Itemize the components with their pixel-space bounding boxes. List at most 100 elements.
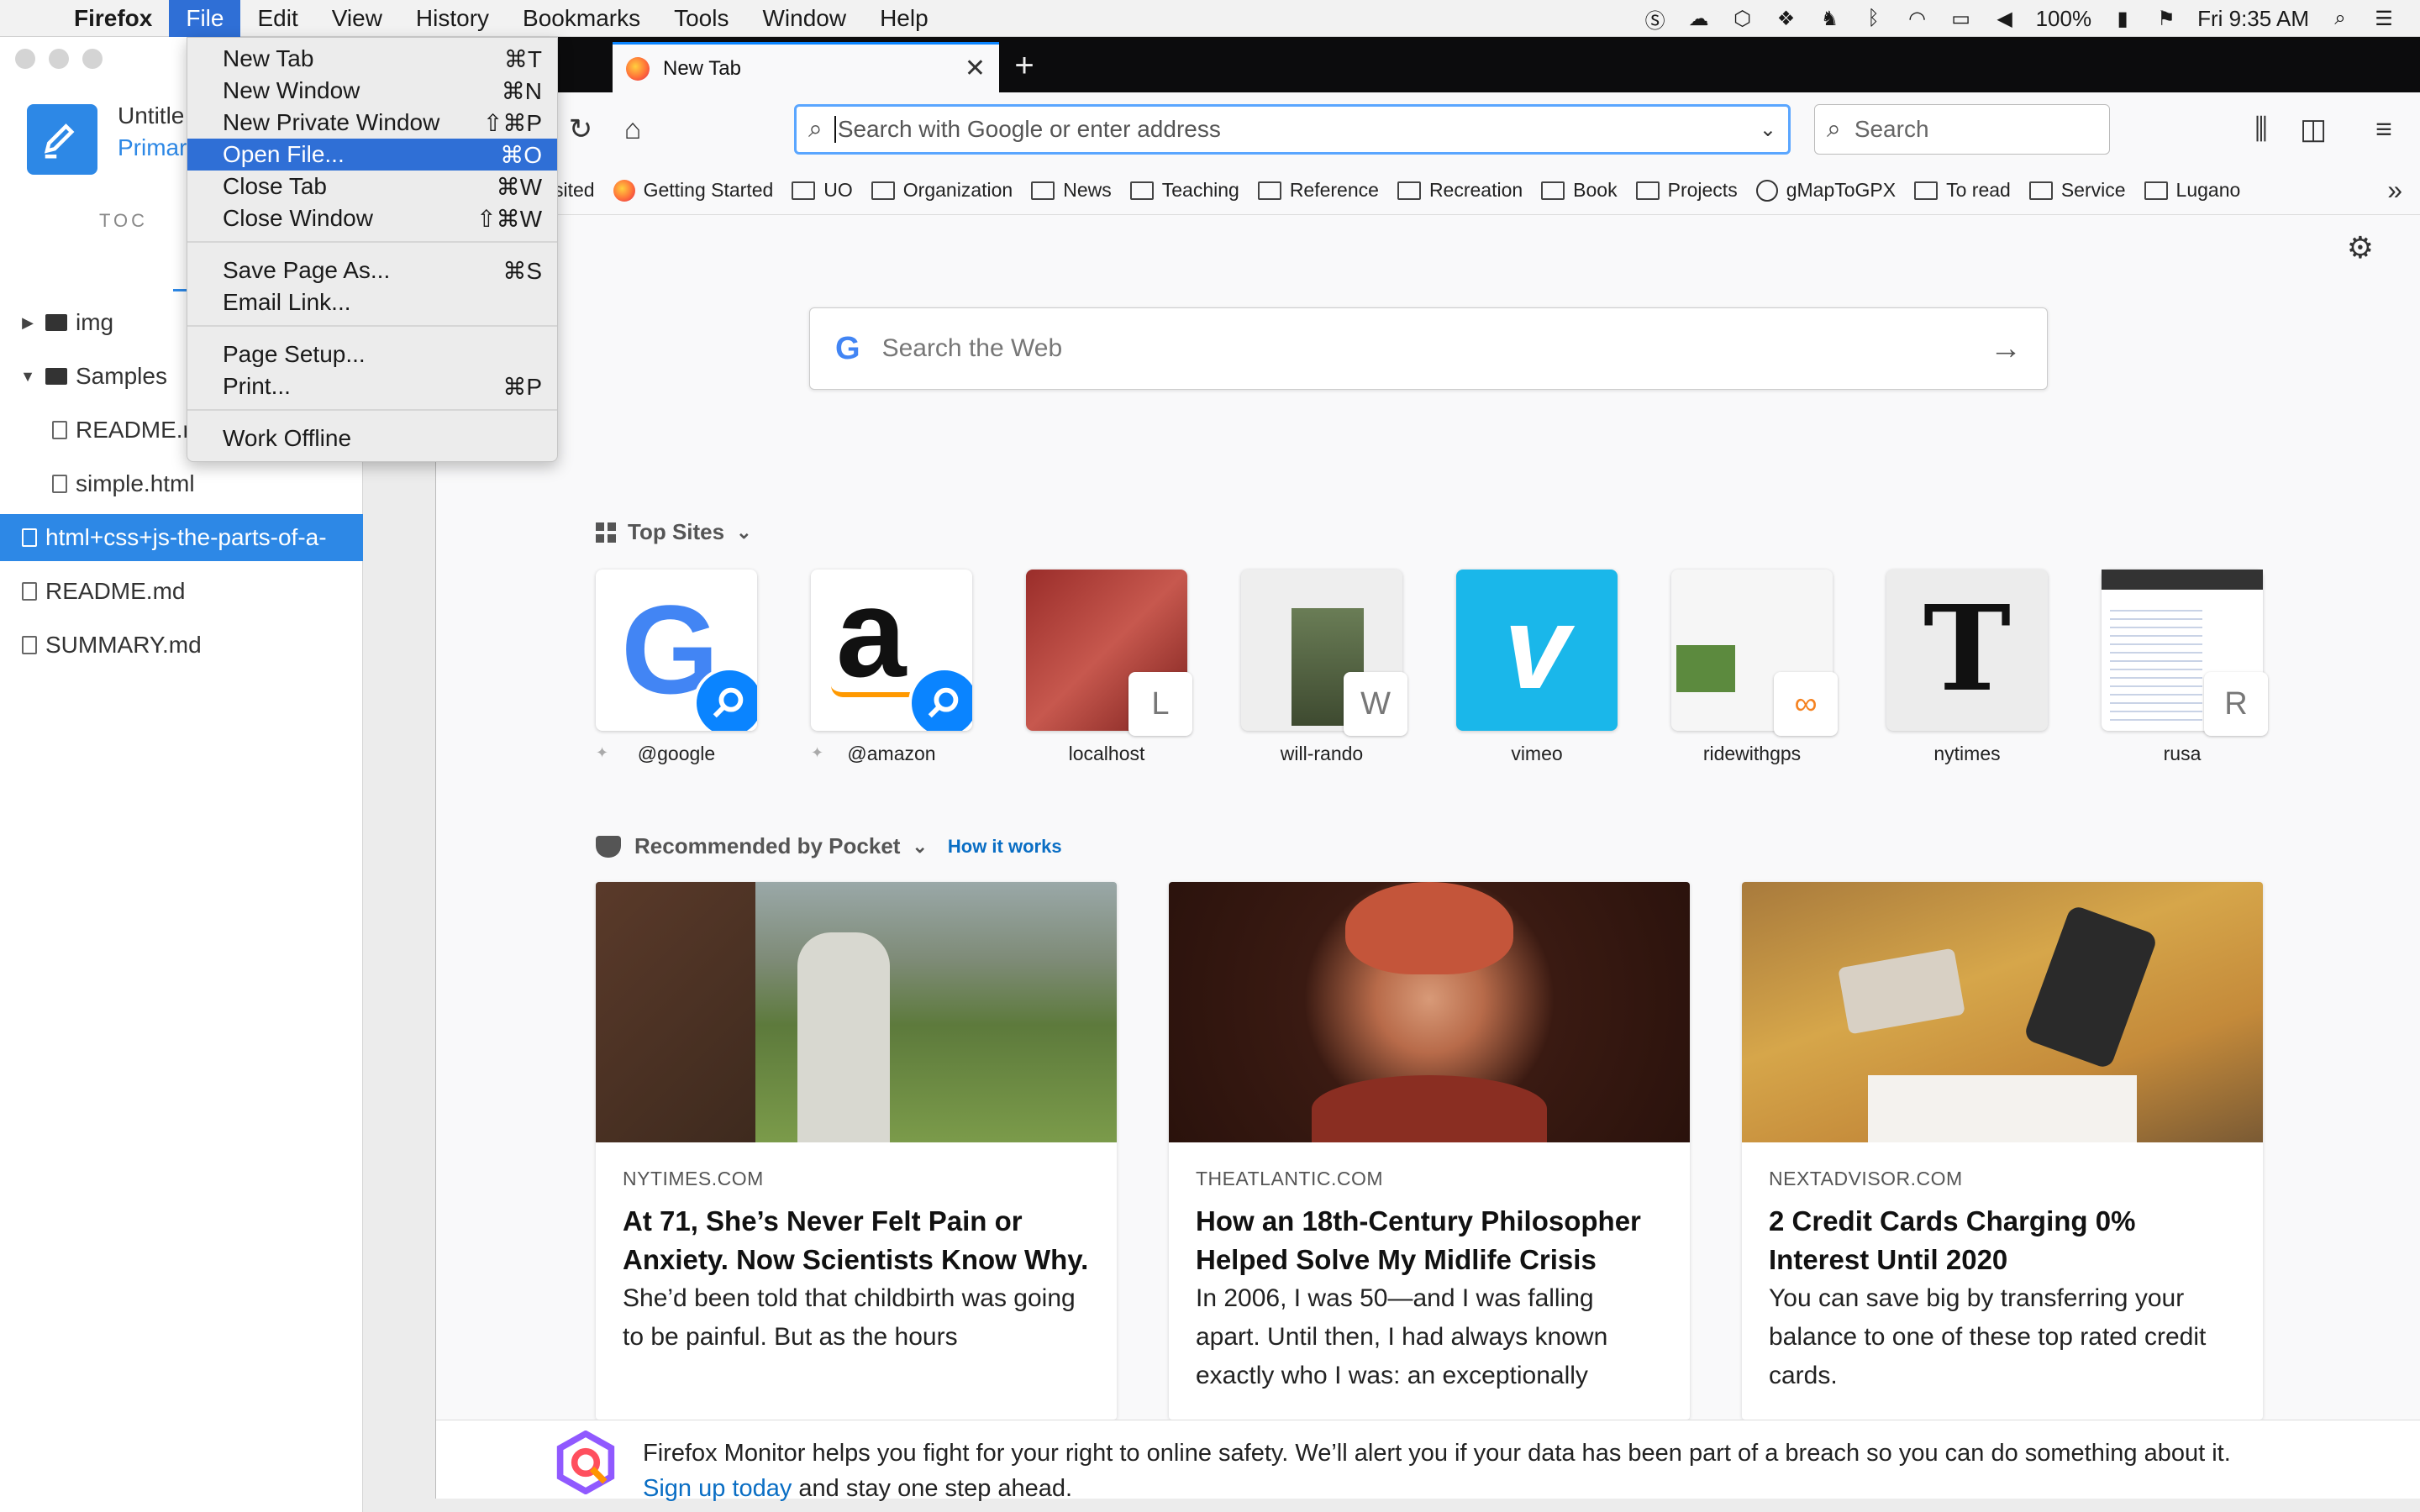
top-site-localhost[interactable]: L bbox=[1026, 570, 1192, 736]
wifi-icon[interactable]: ◠ bbox=[1905, 6, 1930, 31]
gear-icon[interactable]: ⚙ bbox=[2347, 230, 2374, 265]
bookmark-gmaptogpx[interactable]: gMapToGPX bbox=[1755, 179, 1896, 202]
home-icon[interactable]: ⌂ bbox=[614, 111, 651, 148]
top-site-amazon[interactable]: a bbox=[811, 570, 972, 731]
menu-history[interactable]: History bbox=[399, 0, 506, 37]
tree-file-simple-html[interactable]: simple.html bbox=[0, 460, 363, 507]
pocket-card[interactable]: NEXTADVISOR.COM 2 Credit Cards Charging … bbox=[1742, 882, 2263, 1420]
chevron-double-right-icon[interactable]: » bbox=[2387, 175, 2402, 206]
menu-item-email-link[interactable]: Email Link... bbox=[187, 286, 557, 318]
sign-up-link[interactable]: Sign up today bbox=[643, 1475, 792, 1502]
bluetooth-icon[interactable]: ᛒ bbox=[1861, 6, 1886, 31]
hamburger-menu-icon[interactable]: ≡ bbox=[2365, 111, 2402, 148]
menu-item-save-page-as[interactable]: Save Page As... ⌘S bbox=[187, 255, 557, 286]
top-site-vimeo[interactable]: v bbox=[1456, 570, 1618, 731]
spotlight-search-icon[interactable]: ⌕ bbox=[2328, 6, 2353, 31]
menu-file[interactable]: File bbox=[169, 0, 241, 37]
url-bar[interactable]: ⌕ Search with Google or enter address ⌄ bbox=[794, 104, 1791, 155]
elephant-icon[interactable]: ♞ bbox=[1818, 6, 1843, 31]
close-icon[interactable]: ✕ bbox=[965, 54, 986, 83]
top-sites-header[interactable]: Top Sites ⌄ bbox=[596, 519, 752, 545]
pocket-header[interactable]: Recommended by Pocket ⌄ How it works bbox=[596, 833, 1062, 859]
arrow-right-icon[interactable]: → bbox=[1990, 331, 2022, 367]
menu-app-name[interactable]: Firefox bbox=[57, 0, 169, 37]
chevron-right-icon[interactable]: ▶ bbox=[18, 314, 37, 332]
bookmark-projects[interactable]: Projects bbox=[1635, 179, 1738, 202]
top-site-label[interactable]: rusa bbox=[2075, 743, 2290, 765]
tab-new-tab[interactable]: New Tab ✕ bbox=[613, 42, 999, 92]
top-site-label[interactable]: localhost bbox=[999, 743, 1214, 765]
menu-bookmarks[interactable]: Bookmarks bbox=[506, 0, 657, 37]
clock[interactable]: Fri 9:35 AM bbox=[2197, 6, 2309, 32]
skype-icon[interactable]: Ⓢ bbox=[1643, 6, 1668, 33]
web-search-box[interactable]: G Search the Web → bbox=[809, 307, 2048, 390]
bookmark-recreation[interactable]: Recreation bbox=[1397, 179, 1523, 202]
bookmark-teaching[interactable]: Teaching bbox=[1129, 179, 1239, 202]
top-site-label[interactable]: @amazon bbox=[784, 743, 999, 765]
search-bar[interactable]: ⌕ Search bbox=[1814, 104, 2110, 155]
bookmark-lugano[interactable]: Lugano bbox=[2144, 179, 2240, 202]
sidebar-icon[interactable]: ◫ bbox=[2295, 111, 2332, 148]
top-site-label[interactable]: ridewithgps bbox=[1644, 743, 1860, 765]
menu-tools[interactable]: Tools bbox=[657, 0, 745, 37]
menu-item-new-window[interactable]: New Window ⌘N bbox=[187, 75, 557, 107]
bookmark-book[interactable]: Book bbox=[1541, 179, 1618, 202]
document-title[interactable]: Untitle bbox=[118, 102, 184, 129]
top-site-will-rando[interactable]: W bbox=[1241, 570, 1407, 736]
menu-item-open-file[interactable]: Open File... ⌘O bbox=[187, 139, 557, 171]
library-icon[interactable]: ⫼ bbox=[2243, 111, 2280, 148]
top-site-ridewithgps[interactable]: ∞ bbox=[1671, 570, 1838, 736]
reload-icon[interactable]: ↻ bbox=[562, 111, 599, 148]
menu-edit[interactable]: Edit bbox=[240, 0, 314, 37]
pencil-icon[interactable] bbox=[27, 104, 97, 175]
box-icon[interactable]: ⬡ bbox=[1730, 6, 1755, 31]
top-site-label[interactable]: vimeo bbox=[1429, 743, 1644, 765]
top-site-label[interactable]: will-rando bbox=[1214, 743, 1429, 765]
bookmark-reference[interactable]: Reference bbox=[1257, 179, 1379, 202]
bookmark-news[interactable]: News bbox=[1031, 179, 1112, 202]
dropbox-icon[interactable]: ❖ bbox=[1774, 6, 1799, 31]
top-site-rusa[interactable]: R bbox=[2102, 570, 2268, 736]
menu-item-new-tab[interactable]: New Tab ⌘T bbox=[187, 43, 557, 75]
menu-window[interactable]: Window bbox=[745, 0, 863, 37]
menu-item-close-tab[interactable]: Close Tab ⌘W bbox=[187, 171, 557, 202]
chevron-down-icon[interactable]: ⌄ bbox=[736, 522, 751, 543]
document-subtitle[interactable]: Primar bbox=[118, 134, 187, 161]
menu-item-page-setup[interactable]: Page Setup... bbox=[187, 339, 557, 370]
menu-item-close-window[interactable]: Close Window ⇧⌘W bbox=[187, 202, 557, 234]
close-window-button[interactable] bbox=[15, 49, 35, 69]
airplay-icon[interactable]: ▭ bbox=[1949, 6, 1974, 31]
pocket-card[interactable]: NYTIMES.COM At 71, She’s Never Felt Pain… bbox=[596, 882, 1117, 1420]
tree-file-readme[interactable]: README.md bbox=[0, 568, 363, 615]
minimize-window-button[interactable] bbox=[49, 49, 69, 69]
chevron-down-icon[interactable]: ⌄ bbox=[912, 836, 927, 858]
volume-icon[interactable]: ◀ bbox=[1992, 6, 2018, 31]
menu-item-work-offline[interactable]: Work Offline bbox=[187, 423, 557, 454]
chevron-down-icon[interactable]: ⌄ bbox=[1760, 118, 1776, 142]
top-site-google[interactable]: G bbox=[596, 570, 757, 731]
toc-tab[interactable]: TOC bbox=[99, 210, 148, 232]
menu-item-print[interactable]: Print... ⌘P bbox=[187, 370, 557, 402]
apple-menu-icon[interactable] bbox=[0, 0, 57, 37]
bookmark-uo[interactable]: UO bbox=[792, 179, 853, 202]
new-tab-button[interactable]: + bbox=[1004, 47, 1044, 87]
bookmark-service[interactable]: Service bbox=[2028, 179, 2126, 202]
notification-center-icon[interactable]: ☰ bbox=[2371, 6, 2396, 31]
bookmark-to-read[interactable]: To read bbox=[1914, 179, 2011, 202]
zoom-window-button[interactable] bbox=[82, 49, 103, 69]
chevron-down-icon[interactable]: ▼ bbox=[18, 368, 37, 386]
flag-icon[interactable]: ⚑ bbox=[2154, 6, 2179, 31]
top-site-label[interactable]: @google bbox=[569, 743, 784, 765]
tree-file-selected[interactable]: html+css+js-the-parts-of-a- bbox=[0, 514, 363, 561]
bookmark-getting-started[interactable]: Getting Started bbox=[613, 179, 773, 202]
battery-icon[interactable]: ▮ bbox=[2110, 6, 2135, 31]
tree-file-summary[interactable]: SUMMARY.md bbox=[0, 622, 363, 669]
top-site-nytimes[interactable]: T bbox=[1886, 570, 2048, 731]
menu-help[interactable]: Help bbox=[863, 0, 945, 37]
bookmark-organization[interactable]: Organization bbox=[871, 179, 1013, 202]
how-it-works-link[interactable]: How it works bbox=[948, 836, 1062, 858]
pocket-card[interactable]: THEATLANTIC.COM How an 18th-Century Phil… bbox=[1169, 882, 1690, 1420]
cloud-icon[interactable]: ☁ bbox=[1686, 6, 1712, 31]
menu-view[interactable]: View bbox=[315, 0, 399, 37]
menu-item-new-private-window[interactable]: New Private Window ⇧⌘P bbox=[187, 107, 557, 139]
